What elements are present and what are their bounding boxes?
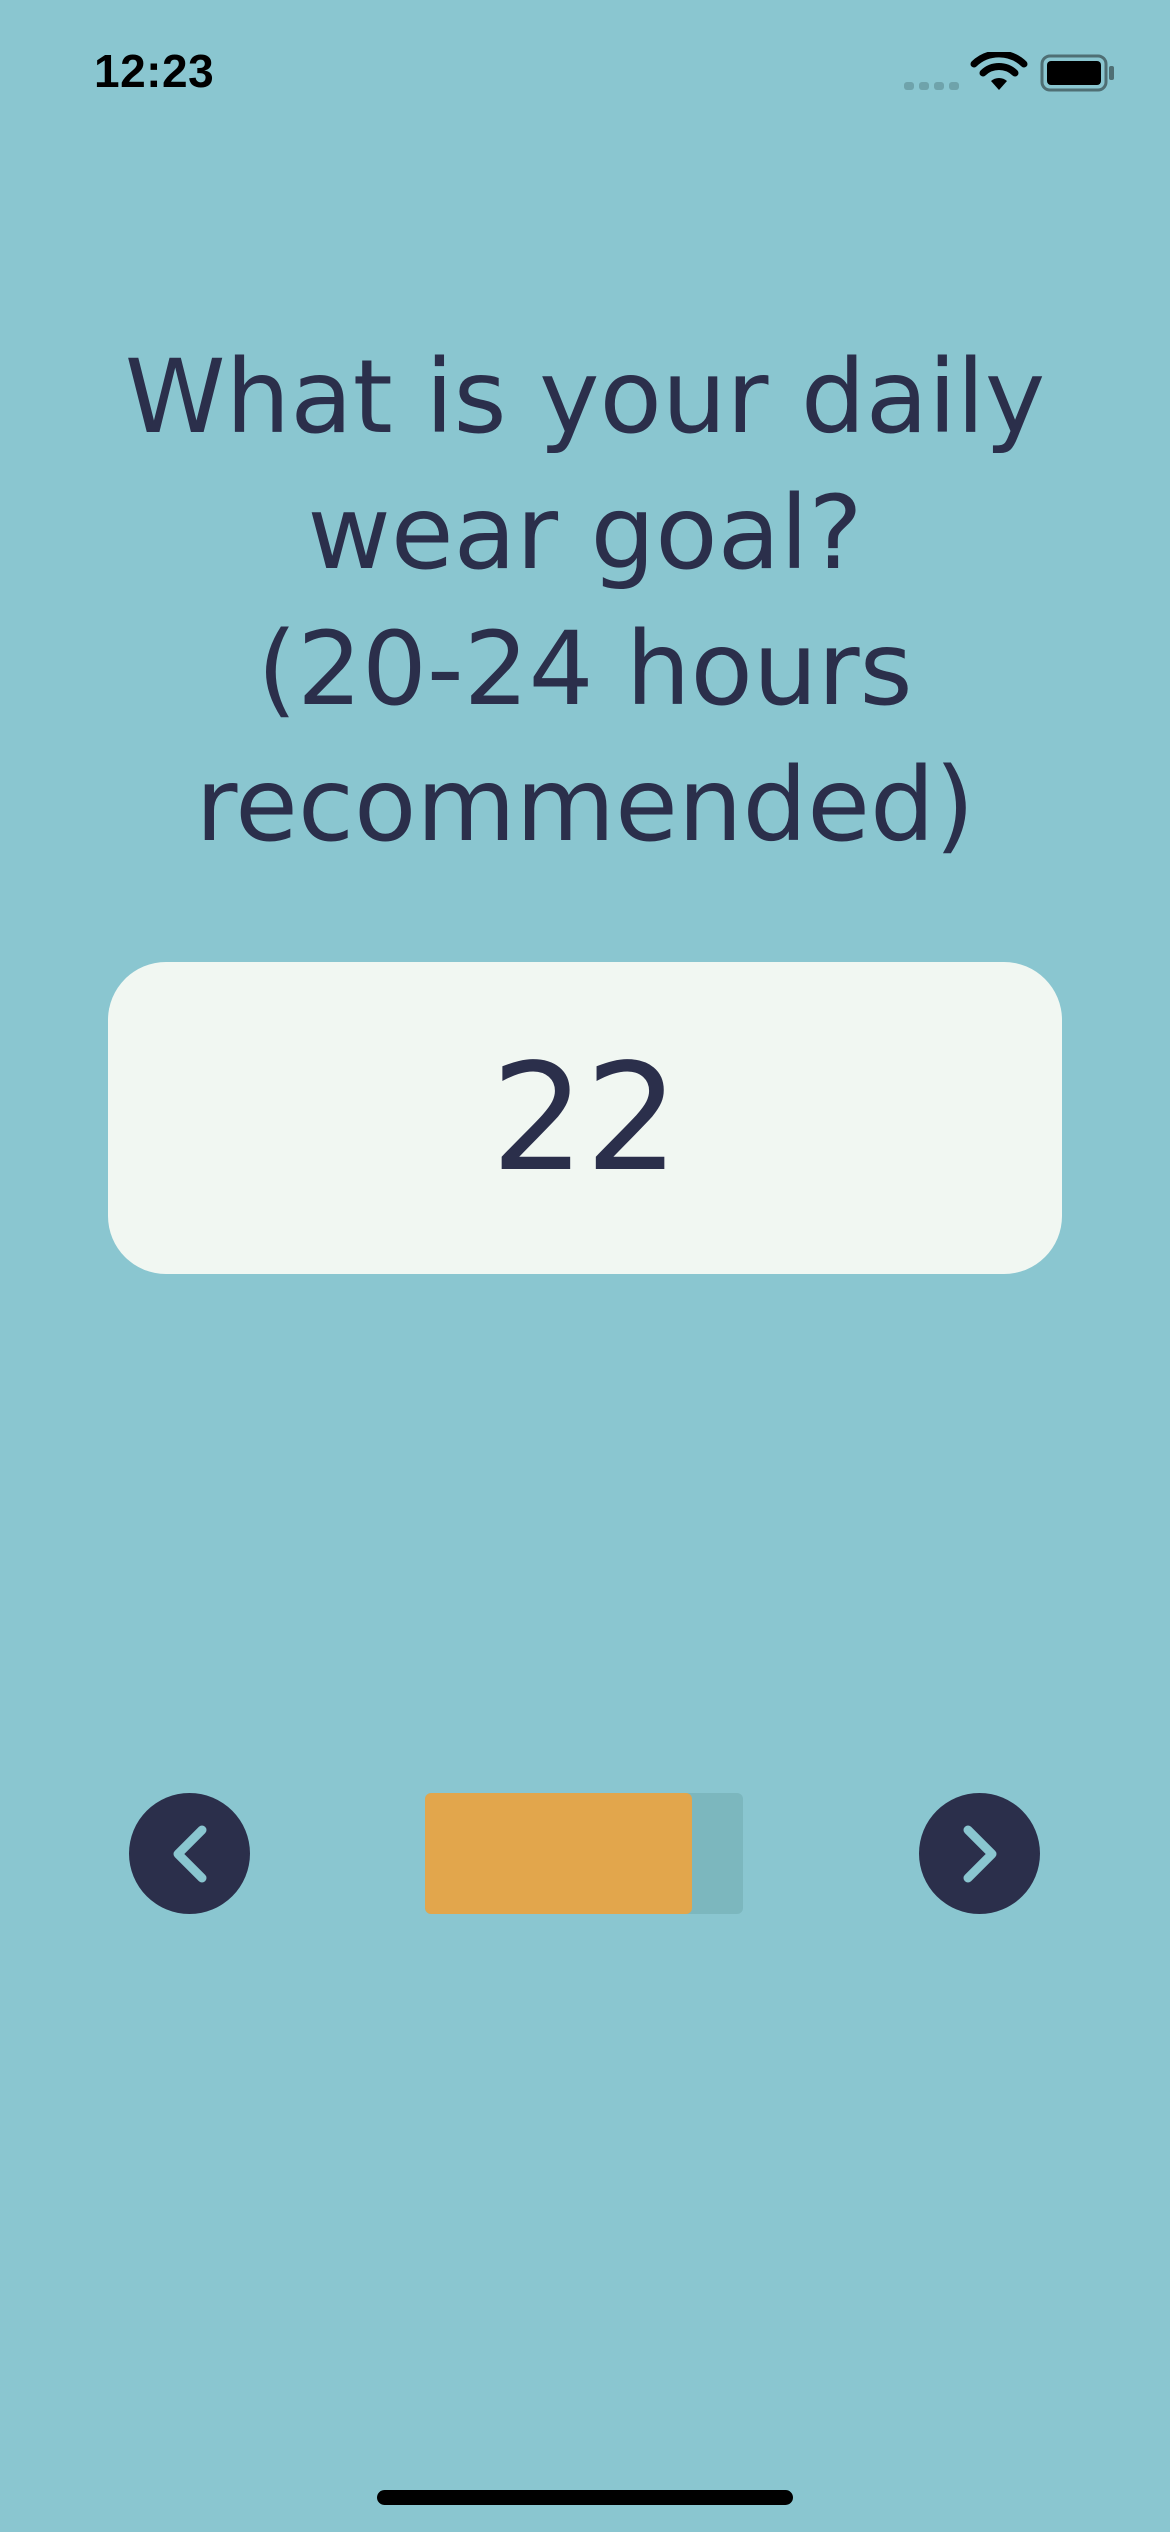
goal-value-card[interactable]: 22 (108, 962, 1062, 1274)
battery-icon (1040, 54, 1114, 92)
goal-value[interactable]: 22 (491, 1044, 679, 1192)
signal-icon (904, 82, 959, 90)
status-time: 12:23 (94, 45, 215, 97)
question-heading: What is your daily wear goal? (20-24 hou… (124, 338, 1046, 865)
progress-fill (425, 1793, 693, 1914)
progress-bar (425, 1793, 743, 1914)
status-bar: 12:23 (0, 0, 1170, 150)
previous-button[interactable] (129, 1793, 250, 1914)
next-button[interactable] (919, 1793, 1040, 1914)
chevron-right-icon (963, 1825, 996, 1882)
home-indicator[interactable] (377, 2490, 793, 2505)
wifi-icon (970, 52, 1028, 90)
chevron-left-icon (173, 1825, 206, 1882)
